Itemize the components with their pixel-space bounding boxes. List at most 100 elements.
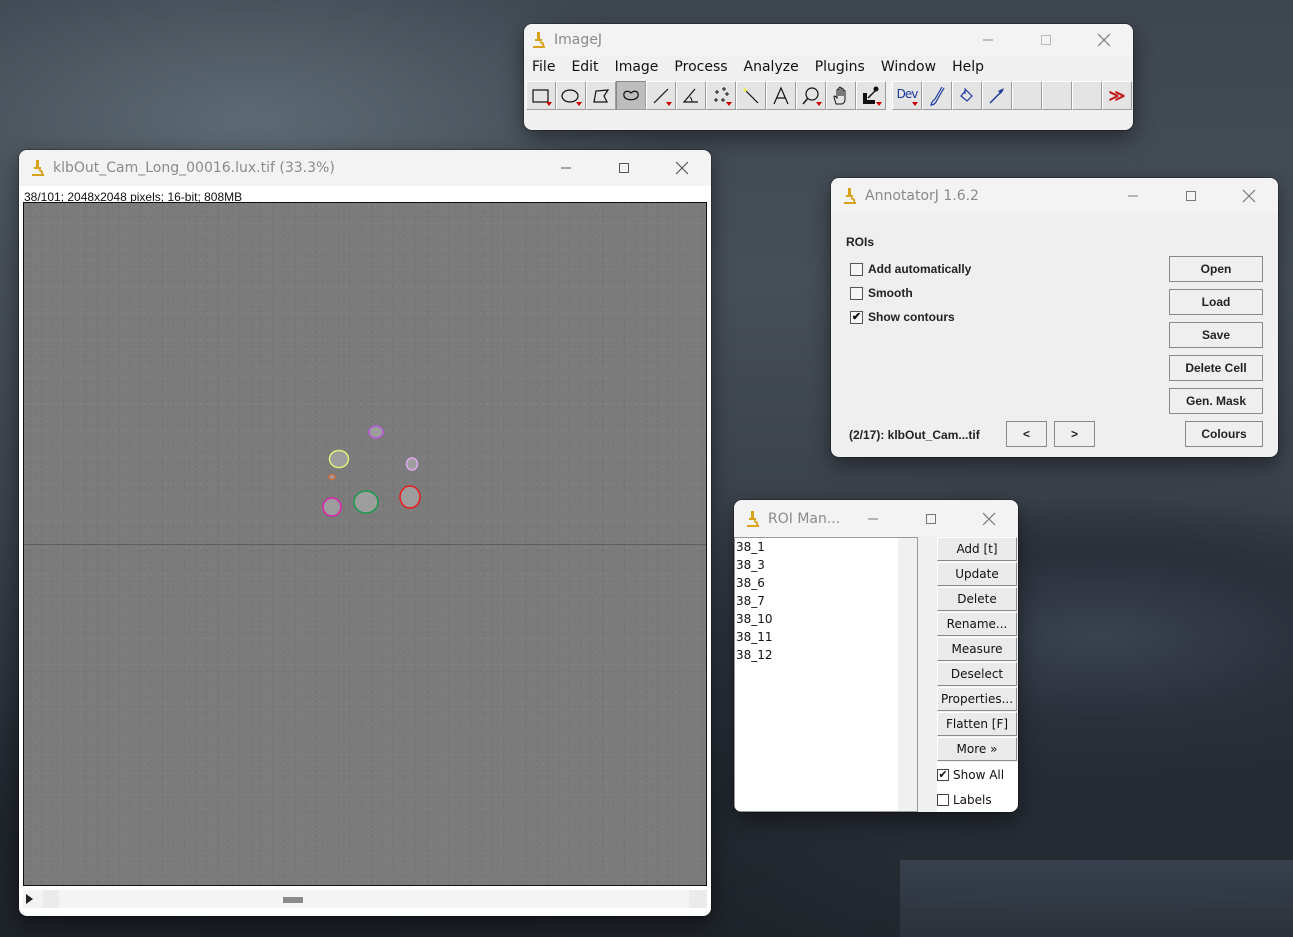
checkbox-box[interactable] <box>850 262 863 276</box>
rois-section-label: ROIs <box>846 235 875 249</box>
smooth-checkbox[interactable]: Smooth <box>850 286 913 300</box>
image-window: klbOut_Cam_Long_00016.lux.tif (33.3%) 38… <box>19 150 711 916</box>
open-button[interactable]: Open <box>1169 256 1263 282</box>
minimize-icon[interactable] <box>1104 178 1162 214</box>
list-item[interactable]: 38_7 <box>735 592 917 610</box>
polygon-tool[interactable] <box>586 81 616 110</box>
delete-cell-button[interactable]: Delete Cell <box>1169 355 1263 381</box>
magnifier-tool[interactable] <box>796 81 826 110</box>
text-tool[interactable] <box>766 81 796 110</box>
roi-list[interactable]: 38_1 38_3 38_6 38_7 38_10 38_11 38_12 <box>734 537 918 812</box>
add-button[interactable]: Add [t] <box>937 537 1017 561</box>
checkbox-box[interactable] <box>850 286 863 300</box>
checkmark-icon[interactable]: ✔ <box>937 768 949 781</box>
delete-button[interactable]: Delete <box>937 587 1017 611</box>
colours-button[interactable]: Colours <box>1185 421 1263 447</box>
menu-plugins[interactable]: Plugins <box>815 59 865 75</box>
maximize-icon[interactable] <box>1162 178 1220 214</box>
slice-scrollbar[interactable] <box>23 890 707 908</box>
menu-process[interactable]: Process <box>674 59 727 75</box>
window-title: AnnotatorJ 1.6.2 <box>865 188 979 204</box>
multipoint-tool[interactable] <box>706 81 736 110</box>
menu-bar: File Edit Image Process Analyze Plugins … <box>524 56 1133 78</box>
maximize-icon[interactable] <box>902 500 960 537</box>
menu-image[interactable]: Image <box>615 59 659 75</box>
list-item[interactable]: 38_6 <box>735 574 917 592</box>
minimize-icon[interactable] <box>959 24 1017 56</box>
imagej-titlebar[interactable]: ImageJ <box>524 24 1133 56</box>
list-item[interactable]: 38_10 <box>735 610 917 628</box>
roi-overlay <box>322 425 421 517</box>
dev-label: Dev <box>896 86 919 101</box>
rename-button[interactable]: Rename... <box>937 612 1017 636</box>
arrow-tool[interactable] <box>982 81 1012 110</box>
measure-button[interactable]: Measure <box>937 637 1017 661</box>
roi-list-scrollbar[interactable] <box>898 538 917 811</box>
prev-image-button[interactable]: < <box>1006 421 1047 447</box>
properties-button[interactable]: Properties... <box>937 687 1017 711</box>
hand-tool[interactable] <box>826 81 856 110</box>
menu-file[interactable]: File <box>532 59 555 75</box>
menu-help[interactable]: Help <box>952 59 984 75</box>
load-button[interactable]: Load <box>1169 289 1263 315</box>
list-item[interactable]: 38_11 <box>735 628 917 646</box>
annotatorj-window: AnnotatorJ 1.6.2 ROIs Add automatically … <box>831 178 1278 457</box>
brush-tool[interactable] <box>922 81 952 110</box>
microscope-icon <box>844 188 856 204</box>
oval-tool[interactable] <box>556 81 586 110</box>
more-button[interactable]: More » <box>937 737 1017 761</box>
maximize-icon[interactable] <box>595 150 653 186</box>
flood-fill-tool[interactable] <box>952 81 982 110</box>
minimize-icon[interactable] <box>537 150 595 186</box>
labels-checkbox[interactable]: Labels <box>937 787 1018 812</box>
list-item[interactable]: 38_12 <box>735 646 917 664</box>
close-icon[interactable] <box>1220 178 1278 214</box>
annotatorj-titlebar[interactable]: AnnotatorJ 1.6.2 <box>831 178 1278 214</box>
line-tool[interactable] <box>646 81 676 110</box>
checkbox-label: Add automatically <box>868 262 972 276</box>
checkbox-box[interactable] <box>937 793 949 806</box>
window-title: klbOut_Cam_Long_00016.lux.tif (33.3%) <box>53 160 335 176</box>
gen-mask-button[interactable]: Gen. Mask <box>1169 388 1263 414</box>
save-button[interactable]: Save <box>1169 322 1263 348</box>
maximize-icon[interactable] <box>1017 24 1075 56</box>
flatten-button[interactable]: Flatten [F] <box>937 712 1017 736</box>
dev-menu-tool[interactable]: Dev <box>892 81 922 110</box>
angle-tool[interactable] <box>676 81 706 110</box>
image-window-titlebar[interactable]: klbOut_Cam_Long_00016.lux.tif (33.3%) <box>19 150 711 186</box>
file-status: (2/17): klbOut_Cam...tif <box>849 428 980 442</box>
roi-manager-titlebar[interactable]: ROI Man... <box>734 500 1018 537</box>
menu-analyze[interactable]: Analyze <box>744 59 799 75</box>
show-contours-checkbox[interactable]: ✔ Show contours <box>850 310 955 324</box>
list-item[interactable]: 38_3 <box>735 556 917 574</box>
checkbox-label: Smooth <box>868 286 913 300</box>
next-image-button[interactable]: > <box>1054 421 1095 447</box>
freehand-tool[interactable] <box>616 81 646 110</box>
brush-icon <box>930 86 945 106</box>
show-all-checkbox[interactable]: ✔ Show All <box>937 762 1018 787</box>
list-item[interactable]: 38_1 <box>735 538 917 556</box>
close-icon[interactable] <box>960 500 1018 537</box>
add-automatically-checkbox[interactable]: Add automatically <box>850 262 971 276</box>
menu-edit[interactable]: Edit <box>571 59 598 75</box>
image-canvas[interactable] <box>23 202 707 886</box>
microscope-icon <box>533 32 545 48</box>
deselect-button[interactable]: Deselect <box>937 662 1017 686</box>
wand-tool[interactable] <box>736 81 766 110</box>
close-icon[interactable] <box>653 150 711 186</box>
empty-tool-slot <box>1012 81 1042 110</box>
play-icon[interactable] <box>26 894 33 904</box>
checkmark-icon[interactable]: ✔ <box>850 310 863 324</box>
microscope-icon <box>32 160 44 176</box>
minimize-icon[interactable] <box>844 500 902 537</box>
menu-window[interactable]: Window <box>881 59 936 75</box>
toolbar: Dev ≫ <box>524 81 1133 110</box>
color-picker-tool[interactable] <box>856 81 886 110</box>
slice-scrollbar-thumb[interactable] <box>283 897 303 903</box>
rectangle-tool[interactable] <box>526 81 556 110</box>
update-button[interactable]: Update <box>937 562 1017 586</box>
bucket-icon <box>960 87 973 102</box>
close-icon[interactable] <box>1075 24 1133 56</box>
slice-scrollbar-track[interactable] <box>43 890 707 908</box>
more-tools-button[interactable]: ≫ <box>1102 81 1132 110</box>
